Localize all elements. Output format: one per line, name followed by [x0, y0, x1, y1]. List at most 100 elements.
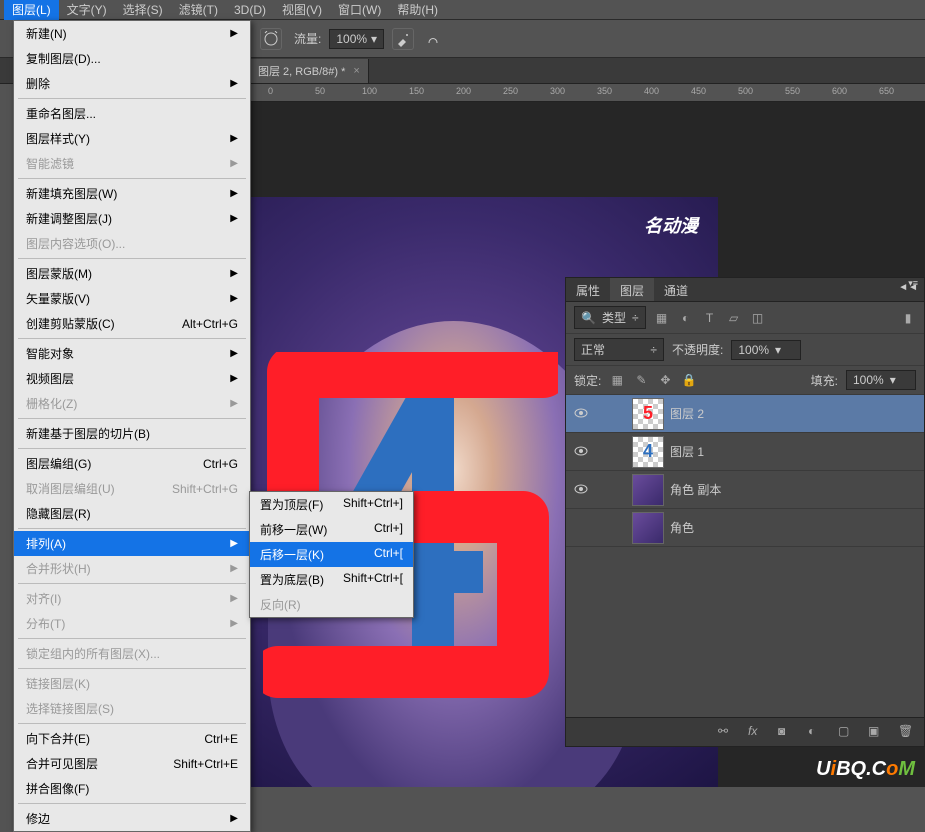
lock-row: 锁定: ▦ ✎ ✥ 🔒 填充: 100%▾ [566, 366, 924, 395]
menu-item[interactable]: 拼合图像(F) [14, 776, 250, 801]
layer-list: 5图层 24 图层 1 角色 副本角色 [566, 395, 924, 547]
layer-fx-icon[interactable]: fx [748, 724, 764, 740]
menu-view[interactable]: 视图(V) [274, 0, 330, 20]
filter-toggle[interactable]: ▮ [900, 310, 916, 326]
menu-item: 对齐(I)▶ [14, 586, 250, 611]
menu-item[interactable]: 重命名图层... [14, 101, 250, 126]
document-tab[interactable]: 图层 2, RGB/8#) * × [250, 59, 369, 83]
menu-item[interactable]: 创建剪贴蒙版(C)Alt+Ctrl+G [14, 311, 250, 336]
menu-select[interactable]: 选择(S) [115, 0, 171, 20]
menu-item[interactable]: 图层蒙版(M)▶ [14, 261, 250, 286]
new-fill-adjust-icon[interactable]: ◐ [808, 724, 824, 740]
menu-item[interactable]: 复制图层(D)... [14, 46, 250, 71]
layer-row[interactable]: 4 图层 1 [566, 433, 924, 471]
layer-filter-row: 🔍类型÷ ▦ ◐ T ▱ ◫ ▮ [566, 302, 924, 334]
visibility-toggle[interactable] [566, 407, 596, 421]
menu-item: 取消图层编组(U)Shift+Ctrl+G [14, 476, 250, 501]
layer-name: 角色 [670, 519, 694, 536]
layer-row[interactable]: 5图层 2 [566, 395, 924, 433]
menu-filter[interactable]: 滤镜(T) [171, 0, 226, 20]
layers-panel: ◄◄ 属性 图层 通道 ▾≡ 🔍类型÷ ▦ ◐ T ▱ ◫ ▮ 正常÷ 不透明度… [565, 277, 925, 747]
menu-item: 锁定组内的所有图层(X)... [14, 641, 250, 666]
menu-item[interactable]: 隐藏图层(R) [14, 501, 250, 526]
link-layers-icon[interactable]: ⚯ [718, 724, 734, 740]
lock-all-icon[interactable]: 🔒 [681, 372, 697, 388]
menu-window[interactable]: 窗口(W) [330, 0, 389, 20]
menu-item: 合并形状(H)▶ [14, 556, 250, 581]
layer-name: 图层 1 [670, 443, 704, 460]
filter-adjust-icon[interactable]: ◐ [678, 310, 694, 326]
tab-layers[interactable]: 图层 [610, 278, 654, 301]
layer-thumbnail [632, 512, 664, 544]
filter-type-icon[interactable]: T [702, 310, 718, 326]
submenu-item[interactable]: 置为顶层(F)Shift+Ctrl+] [250, 492, 413, 517]
brand-watermark: 名动漫 [644, 212, 698, 238]
menu-item: 选择链接图层(S) [14, 696, 250, 721]
menu-item[interactable]: 矢量蒙版(V)▶ [14, 286, 250, 311]
lock-position-icon[interactable]: ✥ [657, 372, 673, 388]
visibility-toggle[interactable] [566, 483, 596, 497]
menu-item[interactable]: 删除▶ [14, 71, 250, 96]
layer-thumbnail [632, 474, 664, 506]
opacity-input[interactable]: 100%▾ [731, 340, 801, 360]
layer-thumbnail: 5 [632, 398, 664, 430]
menu-item[interactable]: 智能对象▶ [14, 341, 250, 366]
layer-mask-icon[interactable]: ◙ [778, 724, 794, 740]
document-title: 图层 2, RGB/8#) * [258, 63, 345, 79]
lock-transparent-icon[interactable]: ▦ [609, 372, 625, 388]
layer-thumbnail: 4 [632, 436, 664, 468]
submenu-item[interactable]: 置为底层(B)Shift+Ctrl+[ [250, 567, 413, 592]
lock-label: 锁定: [574, 372, 601, 389]
site-watermark: UiBQ.CoM [816, 758, 915, 781]
submenu-item[interactable]: 后移一层(K)Ctrl+[ [250, 542, 413, 567]
fill-input[interactable]: 100%▾ [846, 370, 916, 390]
submenu-item[interactable]: 前移一层(W)Ctrl+] [250, 517, 413, 542]
airbrush-icon[interactable] [392, 28, 414, 50]
close-icon[interactable]: × [353, 65, 359, 77]
menu-item[interactable]: 合并可见图层Shift+Ctrl+E [14, 751, 250, 776]
menu-layer[interactable]: 图层(L) [4, 0, 59, 20]
filter-pixel-icon[interactable]: ▦ [654, 310, 670, 326]
submenu-item: 反向(R) [250, 592, 413, 617]
menu-item[interactable]: 向下合并(E)Ctrl+E [14, 726, 250, 751]
new-group-icon[interactable]: ▢ [838, 724, 854, 740]
blend-row: 正常÷ 不透明度: 100%▾ [566, 334, 924, 366]
opacity-label: 不透明度: [672, 341, 723, 358]
blend-mode-select[interactable]: 正常÷ [574, 338, 664, 361]
menu-item: 栅格化(Z)▶ [14, 391, 250, 416]
menu-item[interactable]: 新建(N)▶ [14, 21, 250, 46]
fill-label: 填充: [811, 372, 838, 389]
menu-item[interactable]: 图层样式(Y)▶ [14, 126, 250, 151]
panel-tabs: 属性 图层 通道 ▾≡ [566, 278, 924, 302]
menu-item[interactable]: 排列(A)▶ [14, 531, 250, 556]
filter-smart-icon[interactable]: ◫ [750, 310, 766, 326]
menu-item[interactable]: 图层编组(G)Ctrl+G [14, 451, 250, 476]
panel-collapse-icon[interactable]: ◄◄ [898, 282, 918, 293]
lock-pixels-icon[interactable]: ✎ [633, 372, 649, 388]
layer-row[interactable]: 角色 副本 [566, 471, 924, 509]
menu-item[interactable]: 新建填充图层(W)▶ [14, 181, 250, 206]
layer-row[interactable]: 角色 [566, 509, 924, 547]
menu-item[interactable]: 新建基于图层的切片(B) [14, 421, 250, 446]
brush-settings-icon[interactable] [260, 28, 282, 50]
menu-item: 链接图层(K) [14, 671, 250, 696]
filter-shape-icon[interactable]: ▱ [726, 310, 742, 326]
visibility-toggle[interactable] [566, 445, 596, 459]
layer-menu-dropdown: 新建(N)▶复制图层(D)...删除▶ 重命名图层...图层样式(Y)▶智能滤镜▶… [13, 20, 251, 832]
menu-3d[interactable]: 3D(D) [226, 1, 274, 19]
filter-kind-select[interactable]: 🔍类型÷ [574, 306, 646, 329]
flow-input[interactable]: 100%▾ [329, 29, 384, 49]
menu-item[interactable]: 新建调整图层(J)▶ [14, 206, 250, 231]
delete-layer-icon[interactable]: 🗑 [898, 724, 914, 740]
menu-text[interactable]: 文字(Y) [59, 0, 115, 20]
menu-item: 智能滤镜▶ [14, 151, 250, 176]
tab-channels[interactable]: 通道 [654, 278, 698, 301]
tab-properties[interactable]: 属性 [566, 278, 610, 301]
pressure-icon[interactable] [422, 28, 444, 50]
menu-help[interactable]: 帮助(H) [389, 0, 446, 20]
new-layer-icon[interactable]: ▣ [868, 724, 884, 740]
menubar: 图层(L) 文字(Y) 选择(S) 滤镜(T) 3D(D) 视图(V) 窗口(W… [0, 0, 925, 20]
menu-item[interactable]: 修边▶ [14, 806, 250, 831]
layers-panel-footer: ⚯ fx ◙ ◐ ▢ ▣ 🗑 [566, 717, 924, 746]
menu-item[interactable]: 视频图层▶ [14, 366, 250, 391]
